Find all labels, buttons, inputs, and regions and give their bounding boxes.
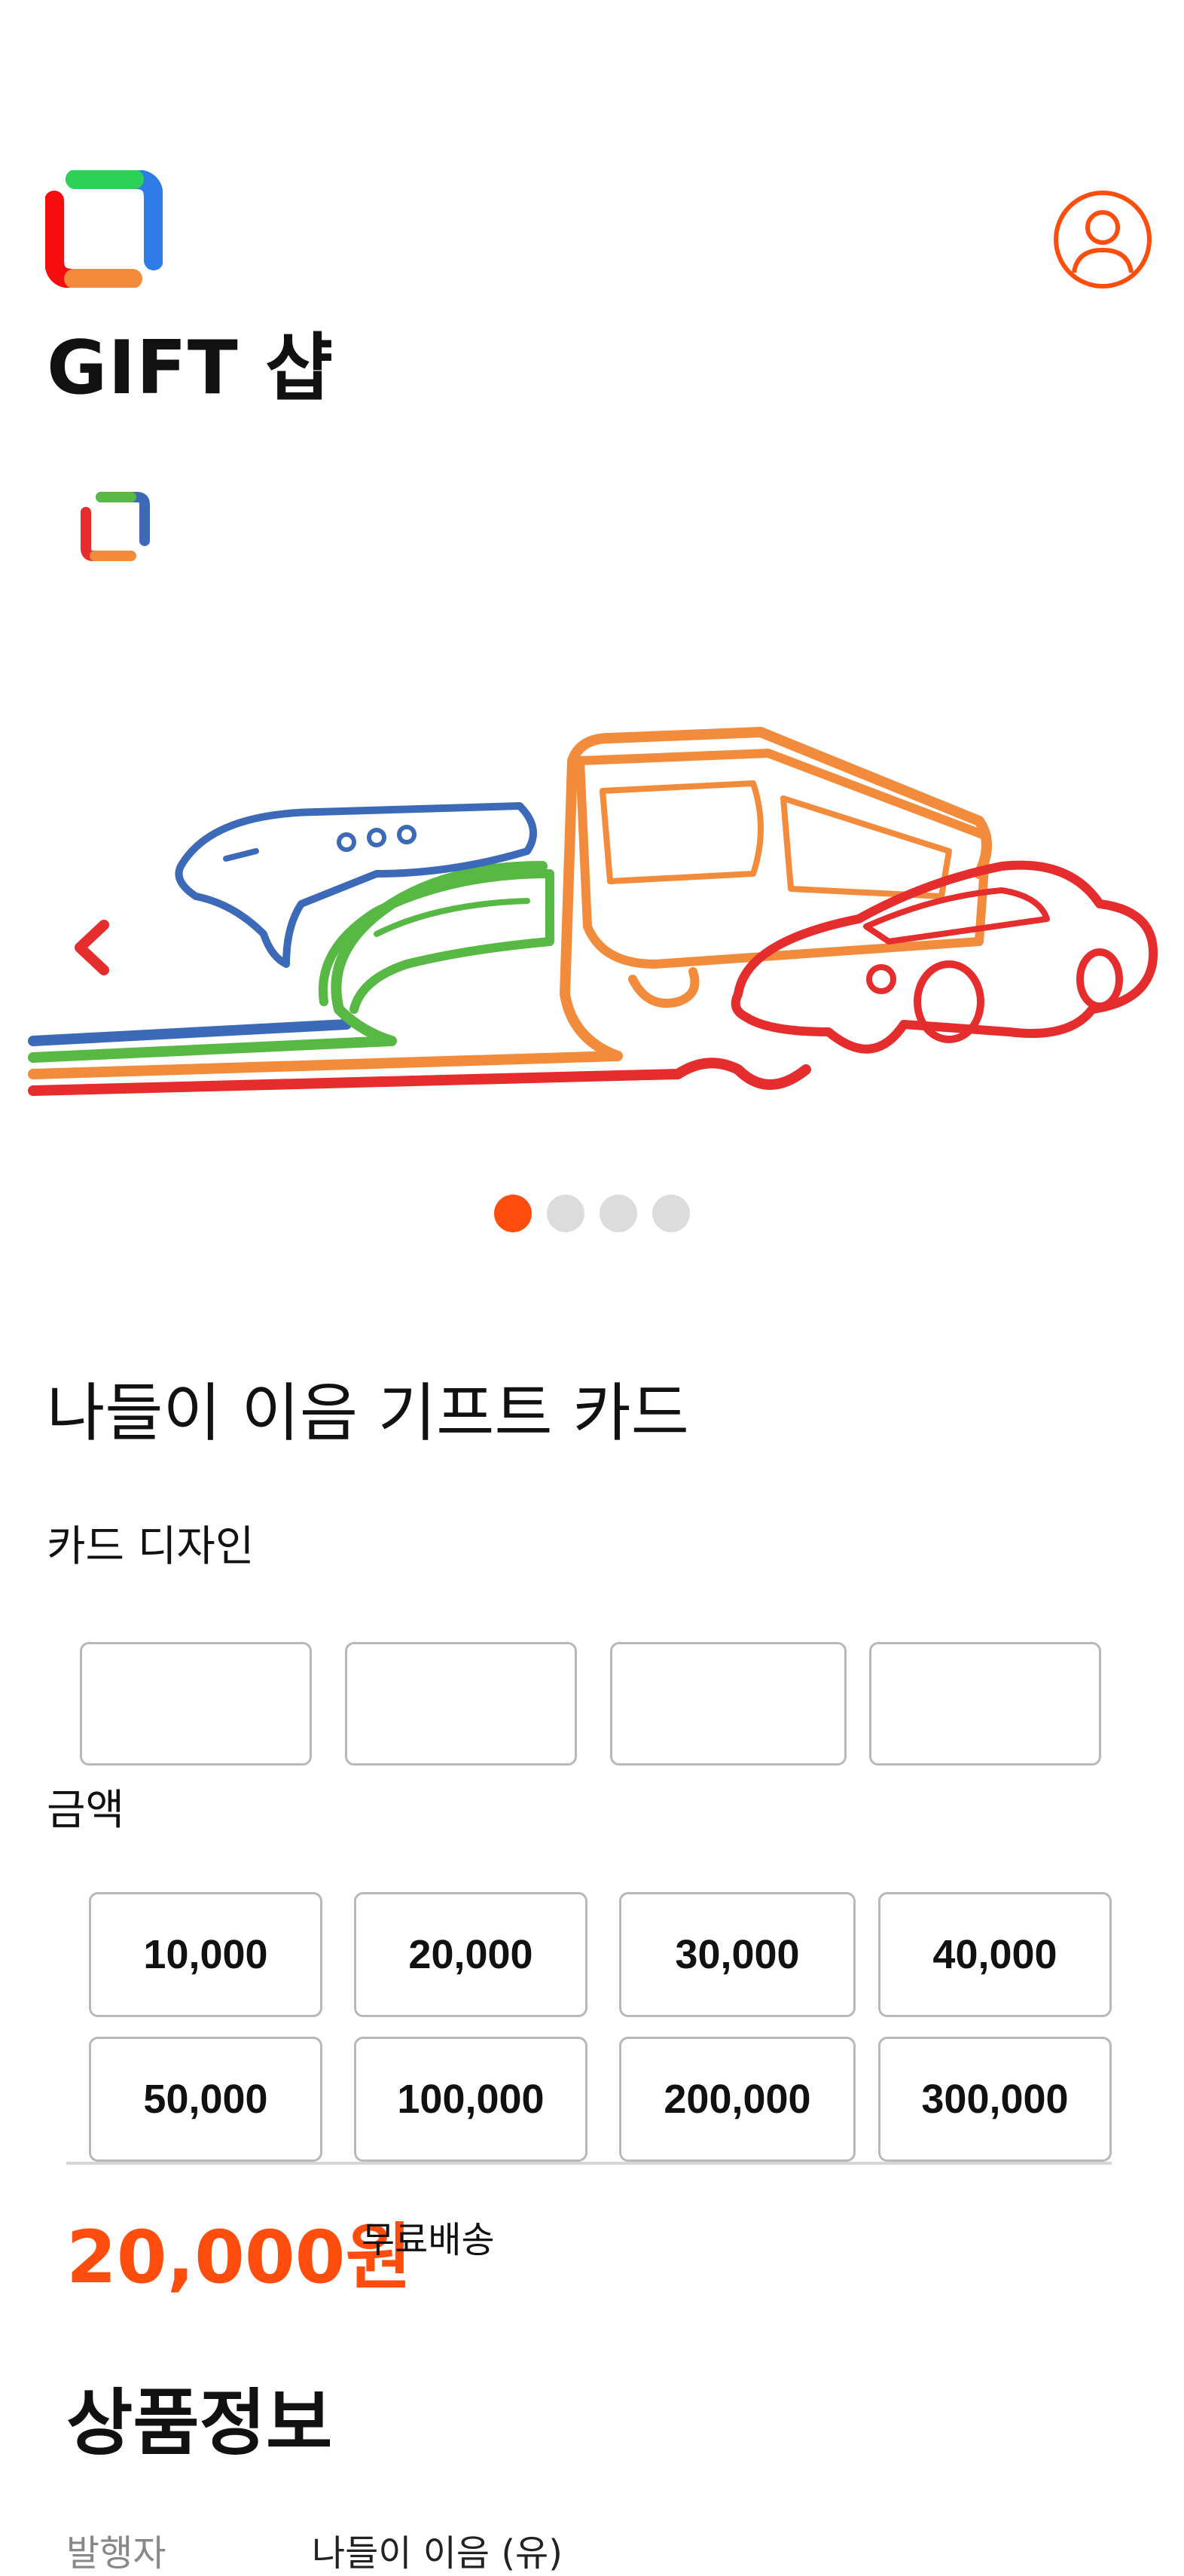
carousel-pagination <box>0 1195 1184 1234</box>
design-option-3[interactable] <box>610 1642 847 1766</box>
price-value: 20,000원 <box>66 2215 412 2300</box>
info-row-value-publisher: 나들이 이음 (유) <box>312 2532 563 2574</box>
amount-option-50000[interactable]: 50,000 <box>89 2037 322 2162</box>
product-name: 나들이 이음 기프트 카드 <box>47 1376 689 1450</box>
design-label: 카드 디자인 <box>47 1522 255 1571</box>
carousel-dot-active[interactable] <box>494 1195 532 1232</box>
amount-option-30000[interactable]: 30,000 <box>619 1892 856 2017</box>
user-icon <box>1054 191 1152 288</box>
amount-option-100000[interactable]: 100,000 <box>354 2037 587 2162</box>
amount-option-20000[interactable]: 20,000 <box>354 1892 587 2017</box>
design-option-4[interactable] <box>869 1642 1101 1766</box>
divider <box>66 2162 1112 2165</box>
amount-label: 금액 <box>47 1786 125 1835</box>
carousel-dot[interactable] <box>600 1195 637 1232</box>
chevron-left-icon <box>75 920 109 975</box>
amount-option-40000[interactable]: 40,000 <box>878 1892 1112 2017</box>
design-option-2[interactable] <box>345 1642 577 1766</box>
carousel-image[interactable] <box>0 678 1184 1145</box>
carousel-prev-button[interactable] <box>69 917 114 978</box>
info-row-label-publisher: 발행자 <box>66 2532 166 2574</box>
amount-option-200000[interactable]: 200,000 <box>619 2037 856 2162</box>
amount-option-300000[interactable]: 300,000 <box>878 2037 1112 2162</box>
page-title: GIFT 샵 <box>47 325 334 411</box>
brand-logo <box>44 169 163 288</box>
profile-button[interactable] <box>1051 188 1154 291</box>
carousel-dot[interactable] <box>547 1195 584 1232</box>
carousel-dot[interactable] <box>652 1195 690 1232</box>
card-brand-logo <box>78 490 152 563</box>
design-option-1[interactable] <box>80 1642 312 1766</box>
shipping-info: 무료배송 <box>362 2219 495 2261</box>
amount-option-10000[interactable]: 10,000 <box>89 1892 322 2017</box>
product-info-title: 상품정보 <box>66 2381 333 2465</box>
